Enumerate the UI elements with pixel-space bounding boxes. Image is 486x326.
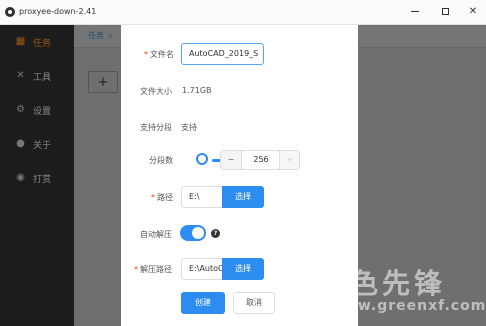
segments-slider-handle[interactable] [196,153,208,165]
sidebar: ▦ 任务 ✕ 工具 ⚙ 设置 ● 关于 ◉ 打赏 [0,25,74,326]
sidebar-item-tools[interactable]: ✕ 工具 [0,64,74,88]
maximize-icon [441,7,449,15]
segments-value-input[interactable]: 256 [241,151,281,169]
required-mark: * [134,265,138,274]
filename-label-text: 文件名 [150,50,174,59]
sidebar-item-label: 工具 [33,73,52,83]
unzip-path-select-button[interactable]: 选择 [222,258,264,280]
maximize-button[interactable] [434,4,456,20]
support-segment-value: 支持 [181,123,197,132]
segments-stepper: − 256 + [220,150,300,170]
sidebar-item-about[interactable]: ● 关于 [0,132,74,156]
watermark-url: www.greenxf.com [330,298,486,314]
sidebar-item-donate[interactable]: ◉ 打赏 [0,166,74,190]
toggle-knob [192,227,204,239]
filesize-value: 1.71GB [182,86,212,95]
sidebar-item-label: 关于 [33,141,52,151]
create-button[interactable]: 创建 [181,292,225,314]
sidebar-item-label: 任务 [33,39,52,49]
sidebar-item-label: 设置 [33,107,52,117]
minimize-icon [411,10,419,12]
minimize-button[interactable] [404,4,426,20]
filename-input[interactable]: AutoCAD_2019_S [181,43,264,65]
tab-tasks[interactable]: 任务 × [88,30,114,41]
window-title: proxyee-down-2.41 [19,7,97,16]
segments-increment-button[interactable]: + [279,151,299,169]
grid-icon: ▦ [15,36,26,47]
close-button[interactable]: ✕ [462,4,484,20]
segments-decrement-button[interactable]: − [221,151,242,169]
required-mark: * [144,50,148,59]
path-label-text: 路径 [157,193,173,202]
add-task-button[interactable]: + [88,71,118,93]
cancel-button[interactable]: 取消 [233,292,275,314]
unzip-path-label-text: 解压路径 [140,265,172,274]
tab-label: 任务 [88,31,104,40]
app-icon [5,7,15,17]
gift-icon: ◉ [16,172,25,183]
title-bar: proxyee-down-2.41 ✕ [0,0,486,25]
watermark: 绿色先锋 www.greenxf.com [318,262,486,322]
path-input[interactable]: E:\ [181,186,223,208]
auto-unzip-toggle[interactable] [180,225,206,241]
unzip-path-label: * 解压路径 [134,264,172,275]
required-mark: * [151,193,155,202]
filename-label: * 文件名 [144,49,174,60]
auto-unzip-label: 自动解压 [140,230,172,239]
sidebar-item-label: 打赏 [33,175,52,185]
sidebar-item-tasks[interactable]: ▦ 任务 [0,30,74,54]
watermark-logo-text: 绿色先锋 [318,267,447,300]
unzip-path-input[interactable]: E:\AutoCAD [181,258,223,280]
help-icon[interactable]: ? [211,229,220,238]
segments-label: 分段数 [149,156,173,165]
path-label: * 路径 [151,192,173,203]
path-select-button[interactable]: 选择 [222,186,264,208]
info-icon: ● [16,138,25,149]
tab-close-icon[interactable]: × [107,31,114,40]
support-segment-label: 支持分段 [140,123,172,132]
filesize-label: 文件大小 [140,87,172,96]
sidebar-item-settings[interactable]: ⚙ 设置 [0,98,74,122]
tools-icon: ✕ [16,70,25,81]
gear-icon: ⚙ [16,104,25,115]
